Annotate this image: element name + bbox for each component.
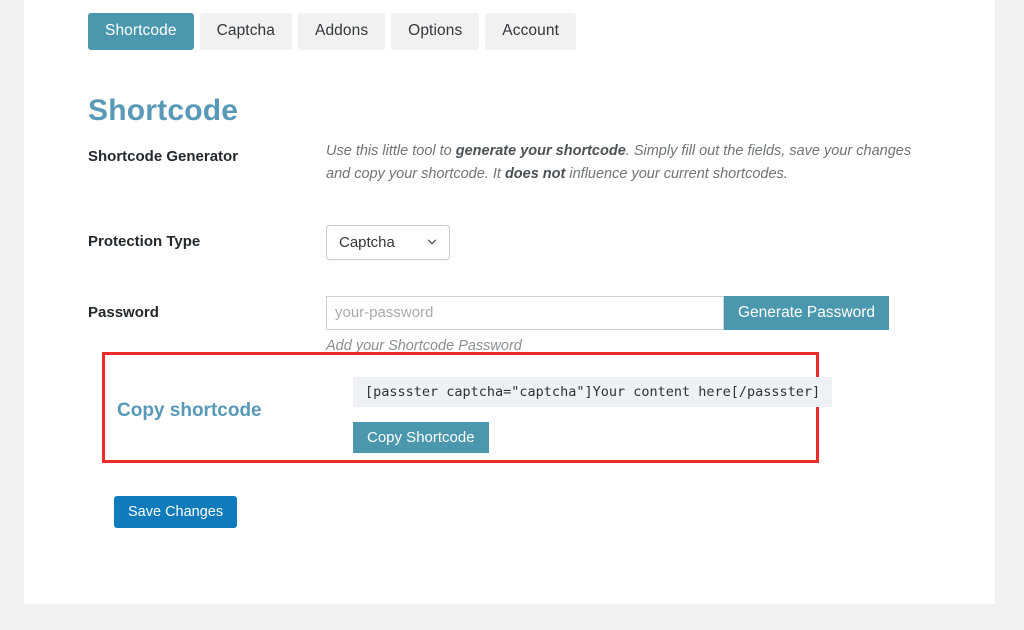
desc-bold-1: generate your shortcode [455,143,626,159]
protection-type-value: Captcha [339,233,395,251]
shortcode-generator-description: Use this little tool to generate your sh… [326,140,926,187]
save-changes-button[interactable]: Save Changes [114,496,238,528]
tab-shortcode[interactable]: Shortcode [88,13,194,50]
settings-form: Shortcode Generator Use this little tool… [88,140,948,354]
shortcode-generator-label: Shortcode Generator [88,148,239,165]
shortcode-output[interactable]: [passster captcha="captcha"]Your content… [353,377,833,407]
tab-label: Captcha [216,22,275,39]
tab-bar: Shortcode Captcha Addons Options Account [88,13,577,50]
desc-part-1: Use this little tool to [326,143,456,159]
tab-addons[interactable]: Addons [298,13,386,50]
chevron-down-icon [425,235,439,249]
row-shortcode-generator: Shortcode Generator Use this little tool… [88,140,948,187]
generate-password-button[interactable]: Generate Password [724,295,889,330]
protection-type-label: Protection Type [88,232,201,250]
row-password: Password Generate Password Add your Shor… [88,295,948,354]
row-protection-type: Protection Type Captcha [88,224,948,260]
tab-options[interactable]: Options [391,13,480,50]
settings-panel: Shortcode Captcha Addons Options Account… [24,0,995,604]
protection-type-select[interactable]: Captcha [326,224,450,260]
page-title: Shortcode [88,94,239,128]
tab-label: Options [408,22,463,39]
copy-shortcode-label: Copy shortcode [117,400,262,421]
tab-captcha[interactable]: Captcha [199,13,292,50]
copy-shortcode-section: Copy shortcode [passster captcha="captch… [102,352,833,463]
tab-account[interactable]: Account [485,13,577,50]
password-input[interactable] [326,295,724,330]
tab-label: Addons [315,22,369,39]
copy-shortcode-button[interactable]: Copy Shortcode [353,422,489,453]
desc-part-3: influence your current shortcodes. [565,166,788,183]
password-label: Password [88,303,159,321]
password-field-group: Generate Password [326,295,948,330]
desc-bold-2: does not [504,166,566,183]
tab-label: Account [502,22,560,39]
tab-label: Shortcode [105,22,177,39]
